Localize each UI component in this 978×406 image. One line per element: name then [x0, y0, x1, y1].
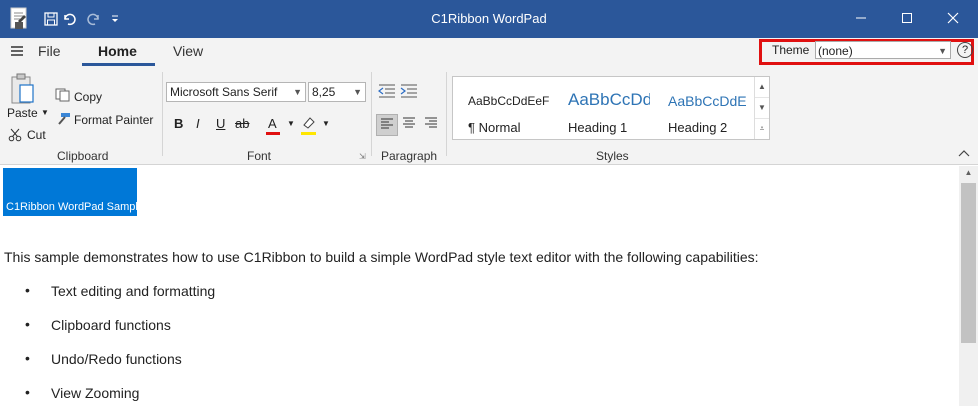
chevron-down-icon[interactable]: ▼	[287, 119, 295, 128]
align-center-button[interactable]	[399, 114, 419, 134]
styles-group-label: Styles	[596, 149, 629, 163]
bold-button[interactable]: B	[174, 116, 183, 131]
chevron-down-icon: ▼	[938, 46, 947, 56]
style-name: ¶ Normal	[468, 120, 521, 135]
underline-button[interactable]: U	[216, 116, 225, 131]
font-size-value: 8,25	[312, 85, 336, 99]
bullet-symbol: •	[25, 316, 30, 332]
cut-icon	[8, 128, 22, 145]
close-icon	[947, 12, 959, 27]
minimize-icon	[855, 12, 867, 27]
scroll-up-icon[interactable]: ▲	[959, 168, 978, 177]
gallery-scroll: ▲ ▼ ⩡	[754, 77, 769, 139]
style-preview: AaBbCcDd	[568, 90, 650, 109]
chevron-down-icon: ▼	[353, 87, 362, 97]
copy-button[interactable]: Copy	[74, 90, 102, 104]
font-family-value: Microsoft Sans Serif	[170, 85, 278, 99]
group-separator	[162, 72, 163, 156]
increase-indent-icon	[400, 84, 418, 101]
tab-home[interactable]: Home	[98, 43, 137, 59]
align-center-icon	[402, 117, 416, 132]
style-preview: AaBbCcDdE	[668, 93, 747, 109]
clipboard-group-label: Clipboard	[57, 149, 109, 163]
align-left-icon	[380, 118, 394, 133]
increase-indent-button[interactable]	[399, 82, 419, 102]
theme-select[interactable]: (none) ▼	[815, 41, 951, 59]
window-title: C1Ribbon WordPad	[431, 11, 547, 26]
format-painter-icon	[55, 112, 71, 129]
tab-file[interactable]: File	[38, 43, 61, 59]
collapse-ribbon-icon[interactable]	[958, 148, 970, 160]
paste-label[interactable]: Paste	[7, 106, 38, 120]
document-intro: This sample demonstrates how to use C1Ri…	[4, 249, 759, 265]
document-editor[interactable]: C1Ribbon WordPad Sample This sample demo…	[1, 166, 959, 406]
style-preview: AaBbCcDdEeF	[468, 94, 550, 108]
tab-view[interactable]: View	[173, 43, 203, 59]
font-group-label: Font	[247, 149, 272, 163]
list-item: Clipboard functions	[51, 317, 171, 333]
font-color-swatch	[266, 132, 280, 135]
bullet-symbol: •	[25, 282, 30, 298]
gallery-scroll-down-icon[interactable]: ▼	[755, 98, 769, 119]
chevron-down-icon[interactable]: ▼	[322, 119, 330, 128]
align-left-button[interactable]	[376, 114, 398, 136]
align-right-button[interactable]	[421, 114, 441, 134]
dialog-launcher-icon[interactable]: ⇲	[359, 152, 366, 161]
font-color-button[interactable]: A	[268, 116, 277, 131]
ribbon: Paste ▼ Copy Format Painter Cut Clipboar…	[0, 66, 978, 165]
decrease-indent-icon	[378, 84, 396, 101]
font-family-select[interactable]: Microsoft Sans Serif ▼	[166, 82, 306, 102]
minimize-button[interactable]	[838, 4, 884, 34]
list-item: Undo/Redo functions	[51, 351, 182, 367]
group-separator	[446, 72, 447, 156]
chevron-down-icon: ▼	[293, 87, 302, 97]
document-title-selected: C1Ribbon WordPad Sample	[3, 168, 144, 216]
paste-dropdown-icon[interactable]: ▼	[41, 108, 49, 117]
styles-gallery: AaBbCcDdEeF ¶ Normal AaBbCcDd Heading 1 …	[452, 76, 770, 140]
style-name: Heading 2	[668, 120, 728, 135]
maximize-button[interactable]	[884, 4, 930, 34]
paste-button[interactable]	[10, 72, 36, 109]
font-size-select[interactable]: 8,25 ▼	[308, 82, 366, 102]
hamburger-icon[interactable]	[10, 44, 24, 60]
style-name: Heading 1	[568, 120, 628, 135]
theme-label: Theme	[772, 43, 810, 57]
bullet-symbol: •	[25, 384, 30, 400]
help-button[interactable]: ?	[957, 42, 973, 58]
vertical-scrollbar[interactable]: ▲	[959, 166, 978, 406]
gallery-expand-icon[interactable]: ⩡	[755, 119, 769, 139]
group-separator	[371, 72, 372, 156]
format-painter-button[interactable]: Format Painter	[74, 113, 153, 127]
scrollbar-thumb[interactable]	[961, 183, 976, 343]
list-item: View Zooming	[51, 385, 140, 401]
paragraph-group-label: Paragraph	[381, 149, 438, 163]
close-button[interactable]	[930, 4, 976, 34]
align-right-icon	[424, 117, 438, 132]
copy-icon	[55, 88, 71, 105]
style-heading-2[interactable]: AaBbCcDdE Heading 2	[653, 77, 751, 139]
bullet-symbol: •	[25, 350, 30, 366]
strikethrough-button[interactable]: ab	[235, 116, 249, 131]
theme-value: (none)	[818, 44, 853, 58]
highlight-color-swatch	[301, 132, 316, 135]
style-heading-1[interactable]: AaBbCcDd Heading 1	[553, 77, 651, 139]
cut-button[interactable]: Cut	[27, 128, 46, 142]
maximize-icon	[901, 12, 913, 27]
style-normal[interactable]: AaBbCcDdEeF ¶ Normal	[453, 77, 551, 139]
list-item: Text editing and formatting	[51, 283, 216, 299]
title-bar: C1Ribbon WordPad	[0, 0, 978, 38]
gallery-scroll-up-icon[interactable]: ▲	[755, 77, 769, 98]
italic-button[interactable]: I	[196, 116, 200, 131]
decrease-indent-button[interactable]	[377, 82, 397, 102]
